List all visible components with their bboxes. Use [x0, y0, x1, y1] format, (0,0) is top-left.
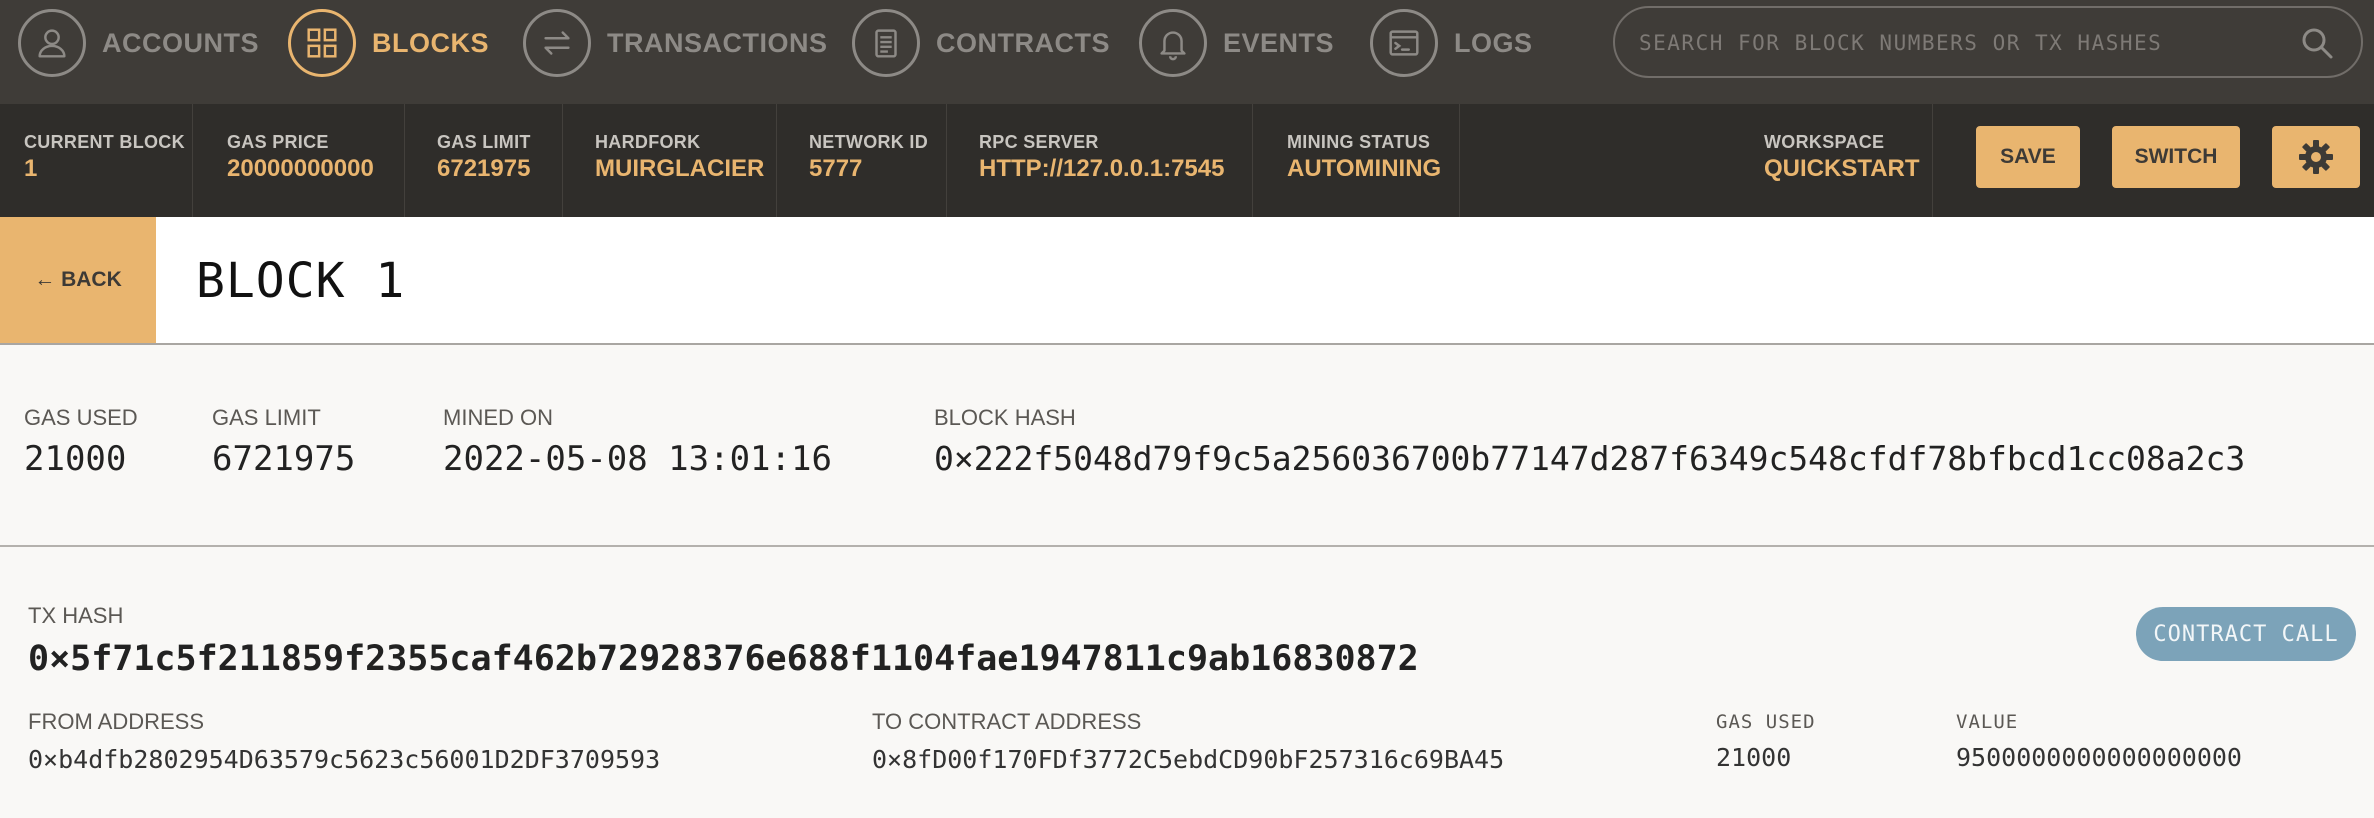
- nav-logs-label: LOGS: [1454, 27, 1533, 58]
- stat-network-id: NETWORK ID 5777: [809, 132, 928, 184]
- nav-accounts[interactable]: ACCOUNTS: [18, 7, 259, 79]
- stat-label: WORKSPACE: [1764, 132, 1885, 152]
- to-contract-address[interactable]: 0×8fD00f170FDf3772C5ebdCD90bF257316c69BA…: [872, 745, 1504, 774]
- stat-value: 5777: [809, 155, 863, 182]
- nav-accounts-label: ACCOUNTS: [102, 27, 259, 58]
- tx-value: 9500000000000000000: [1956, 743, 2242, 772]
- stat-value: HTTP://127.0.0.1:7545: [979, 155, 1225, 182]
- stat-gas-price: GAS PRICE 20000000000: [227, 132, 374, 184]
- divider: [192, 104, 193, 217]
- divider: [946, 104, 947, 217]
- stat-value: 1: [24, 155, 38, 182]
- user-icon: [18, 9, 86, 77]
- block-summary: GAS USED 21000 GAS LIMIT 6721975 MINED O…: [0, 345, 2374, 547]
- tx-value-label: VALUE: [1956, 711, 2019, 733]
- tx-gas-used: 21000: [1716, 743, 1792, 772]
- block-gas-used: GAS USED 21000: [24, 405, 138, 479]
- top-navigation: ACCOUNTS BLOCKS TRANSACTIONS CONTRACTS E: [0, 0, 2374, 104]
- nav-blocks-label: BLOCKS: [372, 27, 489, 58]
- stat-gas-limit: GAS LIMIT 6721975: [437, 132, 531, 184]
- search-input[interactable]: [1637, 8, 2281, 78]
- to-contract-address-label: TO CONTRACT ADDRESS: [872, 709, 1142, 734]
- back-button[interactable]: ← BACK: [0, 217, 156, 343]
- transaction-row[interactable]: TX HASH 0×5f71c5f211859f2355caf462b72928…: [0, 547, 2374, 818]
- nav-events[interactable]: EVENTS: [1139, 7, 1334, 79]
- settings-button[interactable]: [2272, 126, 2360, 188]
- switch-button[interactable]: SWITCH: [2112, 126, 2240, 188]
- tx-type-badge: CONTRACT CALL: [2136, 607, 2356, 661]
- save-button[interactable]: SAVE: [1976, 126, 2080, 188]
- field-value: 21000: [24, 439, 127, 479]
- tx-hash[interactable]: 0×5f71c5f211859f2355caf462b72928376e688f…: [28, 639, 1419, 679]
- bell-icon: [1139, 9, 1207, 77]
- arrows-icon: [523, 9, 591, 77]
- tx-gas-used-label: GAS USED: [1716, 711, 1816, 733]
- field-label: GAS LIMIT: [212, 405, 321, 430]
- field-label: BLOCK HASH: [934, 405, 1076, 430]
- ganache-app: ACCOUNTS BLOCKS TRANSACTIONS CONTRACTS E: [0, 0, 2374, 818]
- nav-logs[interactable]: LOGS: [1370, 7, 1533, 79]
- nav-transactions-label: TRANSACTIONS: [607, 27, 828, 58]
- gear-icon: [2299, 140, 2333, 174]
- nav-events-label: EVENTS: [1223, 27, 1335, 58]
- from-address-label: FROM ADDRESS: [28, 709, 205, 734]
- title-bar: ← BACK BLOCK 1: [0, 217, 2374, 345]
- block-gas-limit: GAS LIMIT 6721975: [212, 405, 355, 479]
- stat-label: GAS PRICE: [227, 132, 329, 152]
- stat-rpc-server: RPC SERVER HTTP://127.0.0.1:7545: [979, 132, 1224, 184]
- stat-hardfork: HARDFORK MUIRGLACIER: [595, 132, 764, 184]
- stat-label: MINING STATUS: [1287, 132, 1431, 152]
- stat-value: 6721975: [437, 155, 531, 182]
- stat-workspace: WORKSPACE QUICKSTART: [1764, 132, 1920, 184]
- terminal-icon: [1370, 9, 1438, 77]
- stat-label: CURRENT BLOCK: [24, 132, 185, 152]
- field-value: 6721975: [212, 439, 356, 479]
- divider: [776, 104, 777, 217]
- grid-icon: [288, 9, 356, 77]
- stat-value: 20000000000: [227, 155, 374, 182]
- stat-value: MUIRGLACIER: [595, 155, 765, 182]
- field-label: GAS USED: [24, 405, 138, 430]
- block-hash: BLOCK HASH 0×222f5048d79f9c5a256036700b7…: [934, 405, 2245, 478]
- stat-current-block: CURRENT BLOCK 1: [24, 132, 185, 184]
- stat-label: HARDFORK: [595, 132, 701, 152]
- stat-label: NETWORK ID: [809, 132, 928, 152]
- from-address[interactable]: 0×b4dfb2802954D63579c5623c56001D2DF37095…: [28, 745, 660, 774]
- field-value: 2022-05-08 13:01:16: [443, 439, 832, 479]
- search-icon[interactable]: [2299, 25, 2335, 61]
- page-title: BLOCK 1: [196, 253, 406, 309]
- search-box: [1613, 6, 2363, 78]
- block-mined-on: MINED ON 2022-05-08 13:01:16: [443, 405, 832, 479]
- nav-contracts-label: CONTRACTS: [936, 27, 1110, 58]
- stat-label: RPC SERVER: [979, 132, 1099, 152]
- stat-label: GAS LIMIT: [437, 132, 531, 152]
- document-icon: [852, 9, 920, 77]
- nav-transactions[interactable]: TRANSACTIONS: [523, 7, 828, 79]
- divider: [1252, 104, 1253, 217]
- divider: [404, 104, 405, 217]
- stat-mining-status: MINING STATUS AUTOMINING: [1287, 132, 1441, 184]
- divider: [562, 104, 563, 217]
- status-bar: CURRENT BLOCK 1 GAS PRICE 20000000000 GA…: [0, 104, 2374, 217]
- field-value: 0×222f5048d79f9c5a256036700b77147d287f63…: [934, 439, 2246, 478]
- divider: [1932, 104, 1933, 217]
- nav-blocks[interactable]: BLOCKS: [288, 7, 489, 79]
- field-label: MINED ON: [443, 405, 553, 430]
- divider: [1459, 104, 1460, 217]
- stat-value: AUTOMINING: [1287, 155, 1442, 182]
- nav-contracts[interactable]: CONTRACTS: [852, 7, 1110, 79]
- tx-hash-label: TX HASH: [28, 603, 124, 628]
- stat-value: QUICKSTART: [1764, 155, 1920, 182]
